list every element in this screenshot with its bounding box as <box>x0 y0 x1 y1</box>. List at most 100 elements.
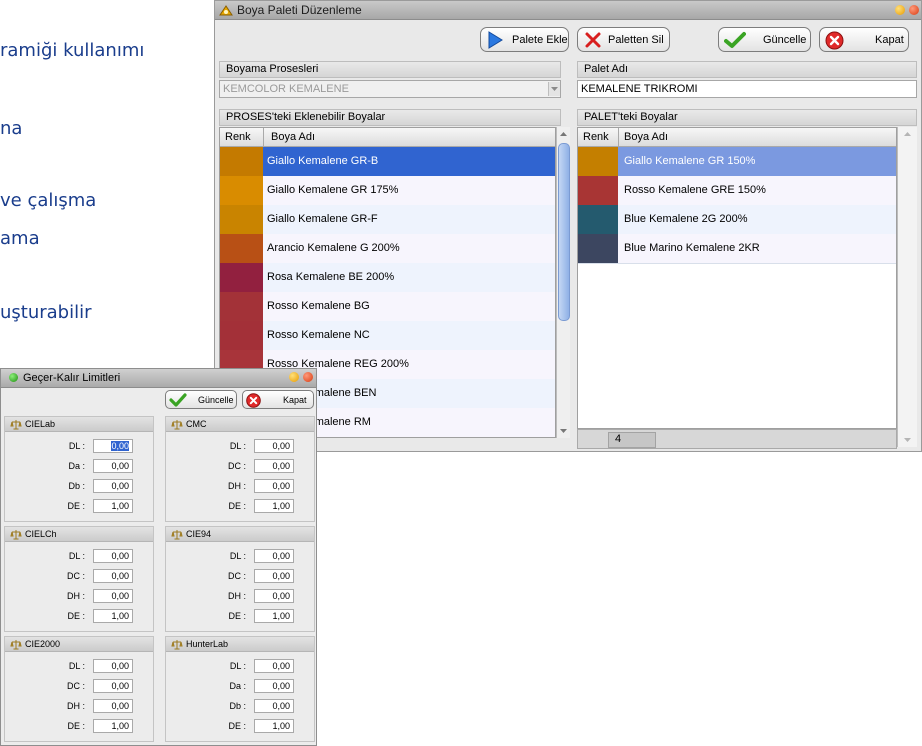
limit-value-input[interactable]: 0,00 <box>93 459 133 473</box>
group-header: CMC <box>166 417 314 432</box>
col-boya-adi: Boya Adı <box>624 131 669 143</box>
palete-ekle-button[interactable]: Palete Ekle <box>480 27 569 52</box>
limits-title-bar[interactable]: Geçer-Kalır Limitleri <box>1 369 316 388</box>
kapat-button[interactable]: Kapat <box>819 27 909 52</box>
scroll-up-icon[interactable] <box>901 127 914 141</box>
background-text-1: ramiği kullanımı <box>0 40 145 61</box>
group-title: CIE2000 <box>25 639 61 649</box>
dye-name: Giallo Kemalene GR-B <box>267 155 379 167</box>
limit-value: 1,00 <box>111 611 129 621</box>
table-row[interactable]: Giallo Kemalene GR 150% <box>578 147 896 177</box>
scroll-down-icon[interactable] <box>557 424 570 438</box>
table-row[interactable]: Giallo Kemalene GR-B <box>220 147 555 177</box>
group-title: CIE94 <box>186 529 212 539</box>
minimize-icon[interactable] <box>895 5 905 15</box>
right-scrollbar[interactable] <box>897 127 917 447</box>
limit-value-input[interactable]: 0,00 <box>254 699 294 713</box>
table-row[interactable]: Rosso Kemalene GRE 150% <box>578 176 896 206</box>
group-header: CIE2000 <box>5 637 153 652</box>
limit-value: 1,00 <box>111 501 129 511</box>
kapat-label: Kapat <box>875 34 904 46</box>
limit-value-input[interactable]: 0,00 <box>93 569 133 583</box>
limit-value-input[interactable]: 0,00 <box>93 479 133 493</box>
title-bar[interactable]: Boya Paleti Düzenleme <box>215 1 921 20</box>
left-scrollbar[interactable] <box>556 127 570 438</box>
limit-value-input[interactable]: 0,00 <box>254 459 294 473</box>
limit-value: 0,00 <box>111 481 129 491</box>
arrow-right-icon <box>488 31 503 49</box>
limit-value-input[interactable]: 0,00 <box>254 549 294 563</box>
limit-value-input[interactable]: 0,00 <box>254 659 294 673</box>
table-row[interactable]: Rosso Kemalene NC <box>220 321 555 351</box>
close-window-icon[interactable] <box>909 5 919 15</box>
boyama-prosesleri-select[interactable]: KEMCOLOR KEMALENE <box>219 80 561 98</box>
field-label: DC : <box>67 571 85 581</box>
limit-value-input[interactable]: 1,00 <box>93 609 133 623</box>
limit-value-input[interactable]: 1,00 <box>93 719 133 733</box>
limit-value-input[interactable]: 0,00 <box>254 479 294 493</box>
field-label: DL : <box>68 661 85 671</box>
color-swatch <box>220 292 263 321</box>
dropdown-arrow-icon[interactable] <box>548 82 560 96</box>
limits-guncelle-label: Güncelle <box>198 395 234 405</box>
background-text-2: na <box>0 118 23 139</box>
table-row[interactable]: Giallo Kemalene GR-F <box>220 205 555 235</box>
limit-value-input[interactable]: 0,00 <box>254 679 294 693</box>
color-swatch <box>578 234 618 263</box>
palet-boyalar-grid: Renk Boya Adı Giallo Kemalene GR 150% Ros… <box>577 127 897 429</box>
table-row[interactable]: Blue Marino Kemalene 2KR <box>578 234 896 264</box>
group-header: CIELab <box>5 417 153 432</box>
guncelle-button[interactable]: Güncelle <box>718 27 811 52</box>
limits-guncelle-button[interactable]: Güncelle <box>165 390 237 409</box>
limit-value: 0,00 <box>111 551 129 561</box>
background-text-3: ve çalışma <box>0 190 97 211</box>
limit-value-input[interactable]: 0,00 <box>93 679 133 693</box>
color-swatch <box>220 321 263 350</box>
table-row[interactable]: Giallo Kemalene GR 175% <box>220 176 555 206</box>
limit-value-input[interactable]: 0,00 <box>93 549 133 563</box>
col-boya-adi: Boya Adı <box>271 131 316 143</box>
table-row[interactable]: Blue Kemalene 2G 200% <box>578 205 896 235</box>
limit-value-input[interactable]: 1,00 <box>254 719 294 733</box>
limit-value-input[interactable]: 1,00 <box>93 499 133 513</box>
dye-name: Giallo Kemalene GR 150% <box>624 155 756 167</box>
limit-value: 0,00 <box>111 591 129 601</box>
paletten-sil-button[interactable]: Paletten Sil <box>577 27 670 52</box>
table-row[interactable]: Arancio Kemalene G 200% <box>220 234 555 264</box>
limit-value-input[interactable]: 0,00 <box>93 699 133 713</box>
field-label: Db : <box>229 701 246 711</box>
limit-value-input[interactable]: 0,00 <box>254 439 294 453</box>
color-swatch <box>220 205 263 234</box>
limits-kapat-button[interactable]: Kapat <box>242 390 314 409</box>
limit-value-input[interactable]: 0,00 <box>93 439 133 453</box>
dye-name: Rosa Kemalene BE 200% <box>267 271 395 283</box>
field-label: DE : <box>228 721 246 731</box>
limit-value-input[interactable]: 1,00 <box>254 499 294 513</box>
group-title: CMC <box>186 419 207 429</box>
scroll-thumb[interactable] <box>558 143 570 321</box>
limit-value-input[interactable]: 0,00 <box>254 569 294 583</box>
field-label: DH : <box>228 481 246 491</box>
scroll-up-icon[interactable] <box>557 127 570 141</box>
table-row[interactable]: Rosa Kemalene BE 200% <box>220 263 555 293</box>
palet-adi-input[interactable]: KEMALENE TRIKROMI <box>577 80 917 98</box>
scroll-down-icon[interactable] <box>901 433 914 447</box>
field-label: DE : <box>228 501 246 511</box>
limit-value: 0,00 <box>272 591 290 601</box>
limit-value-input[interactable]: 0,00 <box>254 589 294 603</box>
table-row[interactable]: Rosso Kemalene BG <box>220 292 555 322</box>
color-swatch <box>220 147 263 176</box>
minimize-icon[interactable] <box>289 372 299 382</box>
dye-name: Giallo Kemalene GR-F <box>267 213 378 225</box>
limit-value-input[interactable]: 1,00 <box>254 609 294 623</box>
limit-value: 0,00 <box>272 571 290 581</box>
close-window-icon[interactable] <box>303 372 313 382</box>
limits-window-title: Geçer-Kalır Limitleri <box>23 372 121 384</box>
gecer-kalir-window: Geçer-Kalır Limitleri Güncelle Kapat CIE… <box>0 368 317 746</box>
scale-icon <box>10 530 22 540</box>
limit-value-input[interactable]: 0,00 <box>93 589 133 603</box>
field-label: DE : <box>67 501 85 511</box>
field-label: DL : <box>229 661 246 671</box>
limit-value-input[interactable]: 0,00 <box>93 659 133 673</box>
dye-name: Rosso Kemalene NC <box>267 329 370 341</box>
